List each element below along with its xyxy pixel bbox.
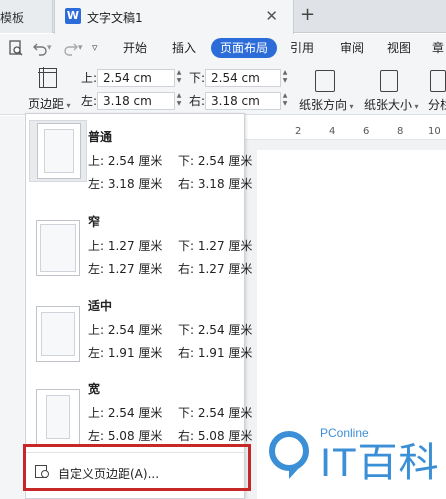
ruler-tick: 8: [397, 126, 404, 137]
preset-right: 右: 5.08 厘米: [178, 429, 253, 443]
top-margin-label: 上:: [81, 71, 98, 85]
bottom-margin-label: 下:: [189, 71, 206, 85]
margin-preset-normal[interactable]: 普通 上: 2.54 厘米 下: 2.54 厘米 左: 3.18 厘米 右: 3…: [26, 119, 252, 207]
margins-button-label: 页边距 ▾: [28, 97, 71, 111]
page-margin-icon: [36, 389, 80, 445]
preset-left: 左: 3.18 厘米: [88, 177, 163, 191]
tab-document-title: 文字文稿1: [87, 11, 143, 25]
preset-top: 上: 2.54 厘米: [88, 154, 163, 168]
right-margin-label: 右:: [189, 94, 206, 108]
redo-dropdown-icon[interactable]: ▾: [78, 40, 83, 56]
preset-right: 右: 1.27 厘米: [178, 262, 253, 276]
redo-icon[interactable]: [63, 40, 79, 61]
page-margin-icon: [36, 306, 80, 362]
preset-thumb: [29, 292, 87, 362]
right-margin-spinner[interactable]: ▲ ▼: [281, 92, 289, 110]
orientation-button[interactable]: 纸张方向 ▾: [297, 66, 357, 112]
menu-insert[interactable]: 插入: [172, 40, 196, 56]
menu-review[interactable]: 审阅: [340, 40, 364, 56]
preset-name: 宽: [88, 382, 101, 396]
preset-top: 上: 2.54 厘米: [88, 323, 163, 337]
preset-left: 左: 5.08 厘米: [88, 429, 163, 443]
close-tab-icon[interactable]: ✕: [265, 7, 278, 25]
ruler-tick: 6: [363, 126, 370, 137]
paper-size-button[interactable]: 纸张大小 ▾: [362, 66, 422, 112]
columns-button-label: 分栏: [428, 98, 446, 112]
tab-document[interactable]: W 文字文稿1 ✕: [54, 0, 294, 34]
preset-name: 适中: [88, 299, 113, 313]
undo-icon[interactable]: [32, 40, 48, 61]
pconline-watermark: PConline IT百科: [262, 425, 446, 499]
tab-templates-label: 模板: [0, 11, 25, 25]
new-tab-icon[interactable]: +: [300, 5, 315, 25]
menu-references[interactable]: 引用: [290, 40, 314, 56]
preset-top: 上: 1.27 厘米: [88, 239, 163, 253]
ribbon-menu-row: ▾ ▾ ▿ 开始 插入 页面布局 引用 审阅 视图 章: [0, 34, 446, 62]
orientation-icon: [315, 70, 335, 92]
paper-size-icon: [380, 70, 398, 92]
preset-left: 左: 1.91 厘米: [88, 346, 163, 360]
preview-icon[interactable]: [9, 40, 23, 61]
paper-size-button-label: 纸张大小 ▾: [364, 98, 419, 112]
tab-templates[interactable]: 模板: [0, 0, 53, 33]
watermark-logo: [265, 427, 315, 481]
preset-thumb: [29, 375, 87, 445]
margins-icon: [38, 67, 57, 88]
ruler-tick: 2: [295, 126, 302, 137]
ribbon-toolbar: 页边距 ▾ 上: 2.54 cm ▲ ▼ 下: 2.54 cm ▲ ▼ 左: 3.1…: [0, 62, 446, 115]
preset-bottom: 下: 2.54 厘米: [178, 154, 253, 168]
bottom-margin-field[interactable]: 2.54 cm: [205, 69, 281, 87]
undo-dropdown-icon[interactable]: ▾: [47, 40, 52, 56]
preset-name: 窄: [88, 215, 101, 229]
horizontal-ruler: 2 4 6 8 10: [245, 124, 446, 140]
writer-doc-icon: W: [65, 8, 81, 24]
title-tab-bar: 模板 W 文字文稿1 ✕ +: [0, 0, 446, 34]
left-margin-spinner[interactable]: ▲ ▼: [175, 92, 183, 110]
page-margin-icon: [37, 123, 81, 179]
preset-top: 上: 2.54 厘米: [88, 406, 163, 420]
left-gutter: [0, 116, 24, 499]
orientation-button-label: 纸张方向 ▾: [299, 98, 354, 112]
ruler-tick: 4: [329, 126, 336, 137]
highlight-box: [23, 444, 251, 491]
right-margin-field[interactable]: 3.18 cm: [205, 92, 281, 110]
ruler-tick: 10: [428, 126, 441, 137]
menu-page-layout[interactable]: 页面布局: [211, 38, 277, 58]
menu-chapter[interactable]: 章: [432, 40, 444, 56]
top-margin-spinner[interactable]: ▲ ▼: [175, 69, 183, 87]
columns-button[interactable]: 分栏: [426, 66, 446, 112]
customize-icon[interactable]: ▿: [92, 40, 98, 56]
columns-icon: [430, 70, 446, 92]
preset-thumb: [29, 208, 87, 276]
menu-start[interactable]: 开始: [123, 40, 147, 56]
preset-bottom: 下: 1.27 厘米: [178, 239, 253, 253]
preset-bottom: 下: 2.54 厘米: [178, 323, 253, 337]
preset-thumb-selected: [29, 120, 87, 182]
watermark-big-text: IT百科: [320, 441, 440, 485]
preset-right: 右: 1.91 厘米: [178, 346, 253, 360]
margins-button[interactable]: 页边距 ▾: [25, 64, 75, 114]
top-margin-field[interactable]: 2.54 cm: [97, 69, 175, 87]
preset-bottom: 下: 2.54 厘米: [178, 406, 253, 420]
left-margin-field[interactable]: 3.18 cm: [97, 92, 175, 110]
menu-view[interactable]: 视图: [387, 40, 411, 56]
watermark-small-text: PConline: [320, 426, 369, 440]
margins-dropdown: 普通 上: 2.54 厘米 下: 2.54 厘米 左: 3.18 厘米 右: 3…: [25, 113, 252, 499]
preset-right: 右: 3.18 厘米: [178, 177, 253, 191]
preset-name: 普通: [88, 130, 113, 144]
left-margin-label: 左:: [81, 94, 98, 108]
page-margin-icon: [36, 220, 80, 276]
preset-left: 左: 1.27 厘米: [88, 262, 163, 276]
bottom-margin-spinner[interactable]: ▲ ▼: [281, 69, 289, 87]
margin-preset-narrow[interactable]: 窄 上: 1.27 厘米 下: 1.27 厘米 左: 1.27 厘米 右: 1.…: [26, 207, 252, 295]
margin-preset-moderate[interactable]: 适中 上: 2.54 厘米 下: 2.54 厘米 左: 1.91 厘米 右: 1…: [26, 291, 252, 379]
